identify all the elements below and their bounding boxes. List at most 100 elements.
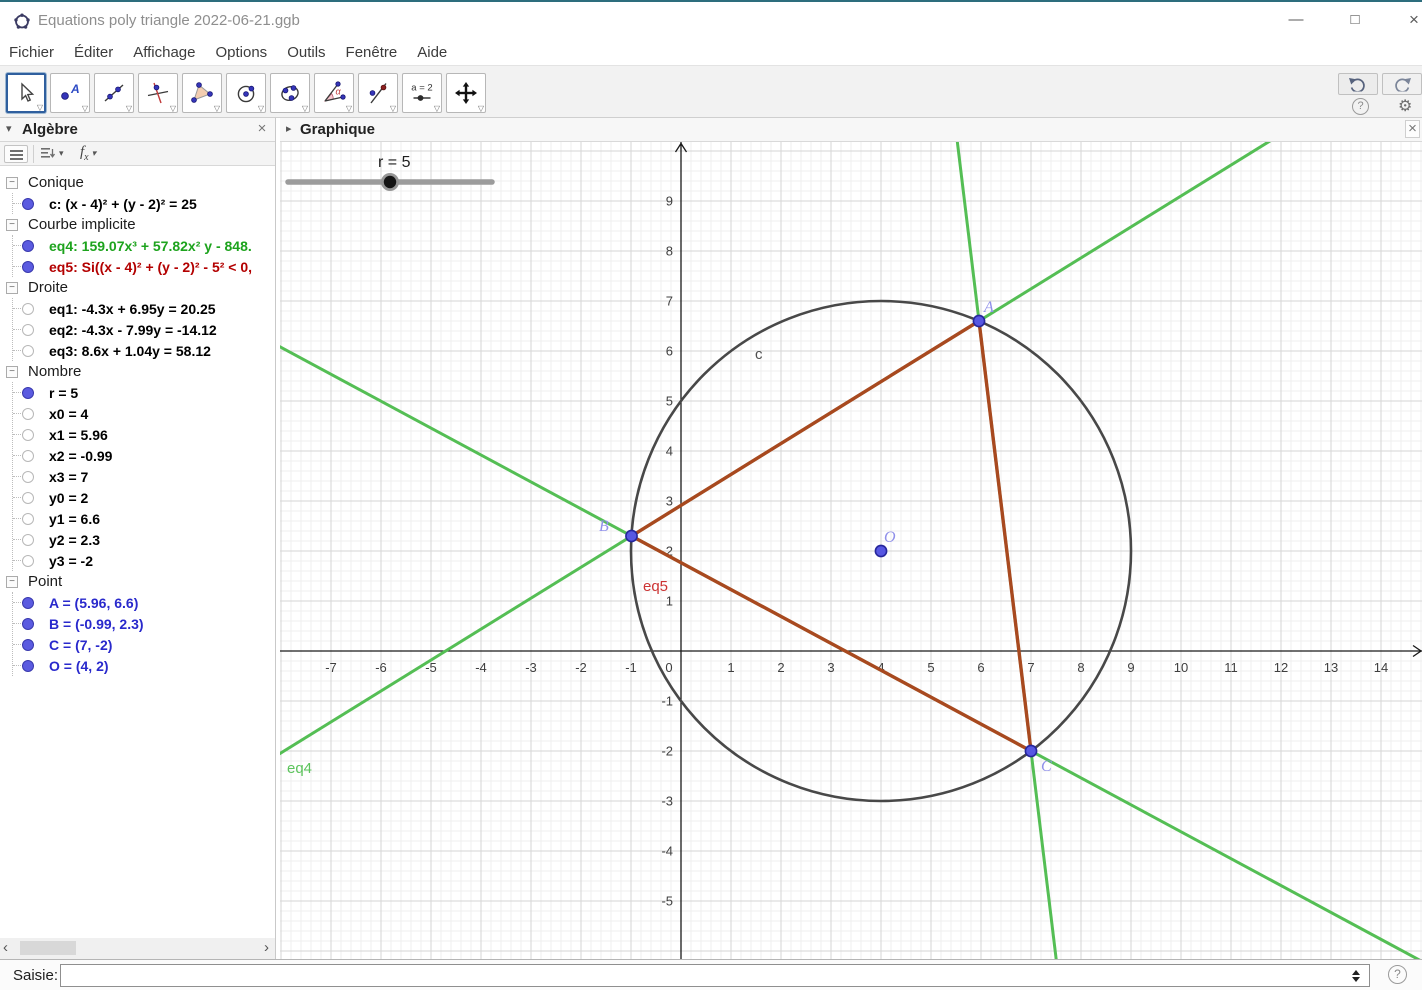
menu-item-options[interactable]: Options: [205, 44, 277, 61]
tool-circle[interactable]: ▽: [226, 73, 266, 113]
algebra-item[interactable]: x0 = 4: [13, 403, 275, 424]
visibility-dot[interactable]: [22, 555, 34, 567]
algebra-horizontal-scrollbar[interactable]: ‹ ›: [0, 938, 275, 959]
algebra-item[interactable]: x3 = 7: [13, 466, 275, 487]
visibility-dot[interactable]: [22, 345, 34, 357]
algebra-item[interactable]: eq5: Si((x - 4)² + (y - 2)² - 5² < 0,: [13, 256, 275, 277]
algebra-section-courbe-implicite[interactable]: −Courbe implicite: [0, 214, 275, 235]
command-input[interactable]: [60, 964, 1370, 987]
collapse-minus-icon[interactable]: −: [6, 282, 18, 294]
scroll-left-icon[interactable]: ‹: [3, 939, 8, 956]
menu-item-diter[interactable]: Éditer: [64, 44, 123, 61]
graphics-view[interactable]: -7-6-5-4-3-2-112345678910111213149876543…: [280, 142, 1422, 959]
point-C[interactable]: [1025, 745, 1036, 756]
tool-angle[interactable]: α▽: [314, 73, 354, 113]
tool-dropdown-icon[interactable]: ▽: [478, 105, 484, 113]
visibility-dot[interactable]: [22, 471, 34, 483]
tool-dropdown-icon[interactable]: ▽: [214, 105, 220, 113]
visibility-dot[interactable]: [22, 429, 34, 441]
collapse-minus-icon[interactable]: −: [6, 576, 18, 588]
tool-move[interactable]: ▽: [6, 73, 46, 113]
visibility-dot[interactable]: [22, 639, 34, 651]
toolbar-help-icon[interactable]: ?: [1352, 98, 1369, 115]
algebra-item[interactable]: C = (7, -2): [13, 634, 275, 655]
algebra-item[interactable]: eq3: 8.6x + 1.04y = 58.12: [13, 340, 275, 361]
tool-dropdown-icon[interactable]: ▽: [258, 105, 264, 113]
collapse-minus-icon[interactable]: −: [6, 177, 18, 189]
menu-item-outils[interactable]: Outils: [277, 44, 335, 61]
visibility-dot[interactable]: [22, 261, 34, 273]
visibility-dot[interactable]: [22, 660, 34, 672]
tool-dropdown-icon[interactable]: ▽: [302, 105, 308, 113]
input-history-spinner-icon[interactable]: [1352, 970, 1361, 982]
visibility-dot[interactable]: [22, 534, 34, 546]
algebra-item[interactable]: B = (-0.99, 2.3): [13, 613, 275, 634]
tool-conic[interactable]: ▽: [270, 73, 310, 113]
algebra-item[interactable]: y1 = 6.6: [13, 508, 275, 529]
maximize-button[interactable]: □: [1341, 8, 1369, 32]
function-display-dropdown[interactable]: fx ▾: [80, 144, 96, 163]
visibility-dot[interactable]: [22, 450, 34, 462]
algebra-section-nombre[interactable]: −Nombre: [0, 361, 275, 382]
tool-move-graphics-view[interactable]: ▽: [446, 73, 486, 113]
visibility-dot[interactable]: [22, 198, 34, 210]
visibility-dot[interactable]: [22, 597, 34, 609]
visibility-dot[interactable]: [22, 618, 34, 630]
algebra-item[interactable]: eq1: -4.3x + 6.95y = 20.25: [13, 298, 275, 319]
menu-item-aide[interactable]: Aide: [407, 44, 457, 61]
algebra-item[interactable]: r = 5: [13, 382, 275, 403]
tool-line[interactable]: ▽: [94, 73, 134, 113]
algebra-item[interactable]: x1 = 5.96: [13, 424, 275, 445]
toolbar-settings-gear-icon[interactable]: ⚙: [1398, 96, 1412, 116]
tool-dropdown-icon[interactable]: ▽: [170, 105, 176, 113]
tool-dropdown-icon[interactable]: ▽: [346, 105, 352, 113]
input-help-icon[interactable]: ?: [1388, 965, 1407, 984]
visibility-dot[interactable]: [22, 387, 34, 399]
algebra-item[interactable]: y2 = 2.3: [13, 529, 275, 550]
point-A[interactable]: [973, 315, 984, 326]
algebra-item[interactable]: O = (4, 2): [13, 655, 275, 676]
scroll-right-icon[interactable]: ›: [264, 939, 269, 956]
algebra-section-conique[interactable]: −Conique: [0, 172, 275, 193]
sort-objects-dropdown[interactable]: ▾: [40, 146, 64, 160]
algebra-collapse-icon[interactable]: ▾: [6, 122, 12, 135]
tool-dropdown-icon[interactable]: ▽: [390, 105, 396, 113]
tool-dropdown-icon[interactable]: ▽: [82, 105, 88, 113]
visibility-dot[interactable]: [22, 492, 34, 504]
algebra-item[interactable]: y3 = -2: [13, 550, 275, 571]
visibility-dot[interactable]: [22, 513, 34, 525]
minimize-button[interactable]: —: [1282, 8, 1310, 32]
algebra-item[interactable]: eq2: -4.3x - 7.99y = -14.12: [13, 319, 275, 340]
visibility-dot[interactable]: [22, 408, 34, 420]
tool-slider[interactable]: a = 2▽: [402, 73, 442, 113]
tool-perpendicular-line[interactable]: ▽: [138, 73, 178, 113]
algebra-section-droite[interactable]: −Droite: [0, 277, 275, 298]
auxiliary-objects-toggle[interactable]: [4, 145, 28, 163]
menu-item-affichage[interactable]: Affichage: [123, 44, 205, 61]
algebra-close-icon[interactable]: ×: [255, 120, 269, 137]
close-button[interactable]: ×: [1400, 8, 1422, 32]
slider-knob[interactable]: [384, 176, 396, 188]
graphics-expand-icon[interactable]: ▸: [286, 122, 292, 135]
point-O[interactable]: [875, 545, 886, 556]
tool-reflection[interactable]: ▽: [358, 73, 398, 113]
tool-dropdown-icon[interactable]: ▽: [126, 105, 132, 113]
collapse-minus-icon[interactable]: −: [6, 219, 18, 231]
algebra-section-point[interactable]: −Point: [0, 571, 275, 592]
collapse-minus-icon[interactable]: −: [6, 366, 18, 378]
undo-button[interactable]: [1338, 73, 1378, 95]
tool-dropdown-icon[interactable]: ▽: [434, 105, 440, 113]
menu-item-fichier[interactable]: Fichier: [0, 44, 64, 61]
scrollbar-thumb[interactable]: [20, 941, 76, 955]
algebra-item[interactable]: A = (5.96, 6.6): [13, 592, 275, 613]
algebra-item[interactable]: c: (x - 4)² + (y - 2)² = 25: [13, 193, 275, 214]
algebra-item[interactable]: eq4: 159.07x³ + 57.82x² y - 848.: [13, 235, 275, 256]
menu-item-fentre[interactable]: Fenêtre: [336, 44, 408, 61]
tool-polygon[interactable]: ▽: [182, 73, 222, 113]
tool-point[interactable]: A▽: [50, 73, 90, 113]
visibility-dot[interactable]: [22, 240, 34, 252]
redo-button[interactable]: [1382, 73, 1422, 95]
algebra-item[interactable]: x2 = -0.99: [13, 445, 275, 466]
visibility-dot[interactable]: [22, 324, 34, 336]
visibility-dot[interactable]: [22, 303, 34, 315]
